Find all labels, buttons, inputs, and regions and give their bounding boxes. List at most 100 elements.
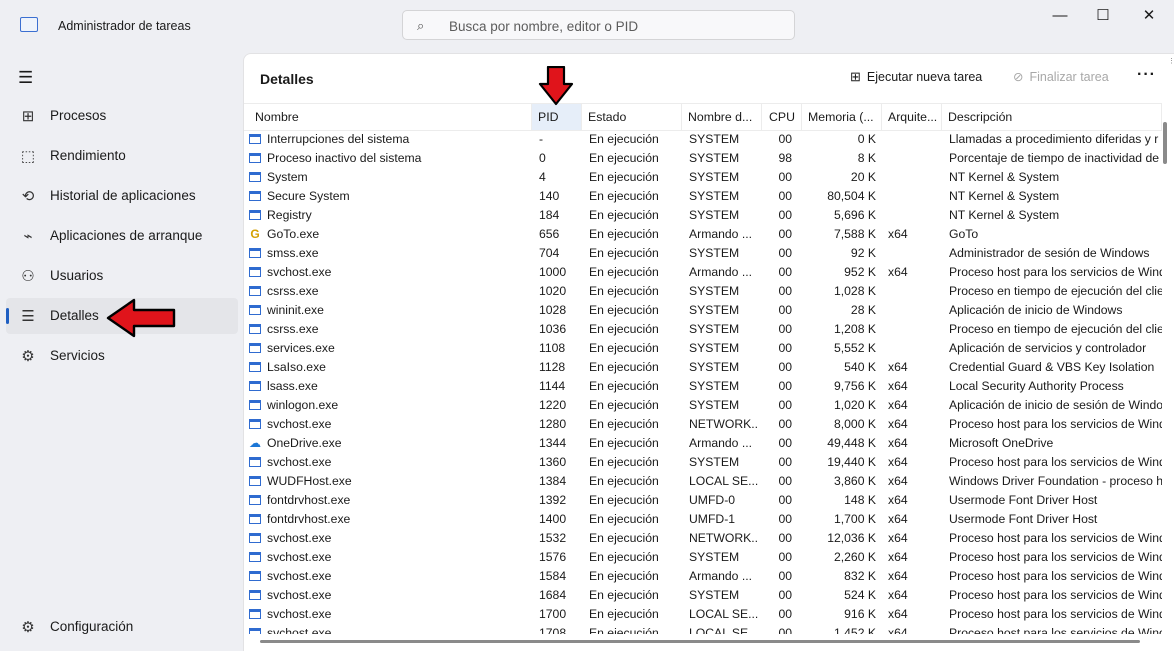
process-window-icon	[249, 130, 267, 149]
cell-pid: 1028	[539, 303, 567, 317]
table-row[interactable]: System 4 En ejecución SYSTEM 00 20 K NT Kernel…	[244, 168, 1162, 187]
cell-memory: 8 K	[857, 151, 876, 165]
cell-memory: 49,448 K	[827, 436, 876, 450]
cell-description: Usermode Font Driver Host	[949, 512, 1098, 526]
table-row[interactable]: lsass.exe 1144 En ejecución SYSTEM 00 9,756 K…	[244, 377, 1162, 396]
cell-name: WUDFHost.exe	[267, 474, 352, 488]
startup-icon: ⌁	[23, 228, 33, 245]
table-row[interactable]: Proceso inactivo del sistema 0 En ejecució…	[244, 149, 1162, 168]
cell-pid: 1400	[539, 512, 567, 526]
cell-status: En ejecución	[589, 303, 659, 317]
sidebar-item-usuarios[interactable]: ⚇ Usuarios	[6, 258, 238, 294]
search-placeholder: Busca por nombre, editor o PID	[449, 19, 639, 34]
process-window-icon	[249, 586, 267, 605]
table-row[interactable]: svchost.exe 1684 En ejecución SYSTEM 00 524 K…	[244, 586, 1162, 605]
table-row[interactable]: svchost.exe 1700 En ejecución LOCAL SE... 00…	[244, 605, 1162, 624]
table-row[interactable]: wininit.exe 1028 En ejecución SYSTEM 00 28 K A…	[244, 301, 1162, 320]
cell-name: lsass.exe	[267, 379, 318, 393]
table-row[interactable]: svchost.exe 1576 En ejecución SYSTEM 00 2,260…	[244, 548, 1162, 567]
cell-pid: 1576	[539, 550, 567, 564]
table-row[interactable]: smss.exe 704 En ejecución SYSTEM 00 92 K Admin…	[244, 244, 1162, 263]
close-button[interactable]: ✕	[1126, 5, 1172, 27]
cell-arch: x64	[888, 455, 908, 469]
run-new-task-button[interactable]: ⊞ Ejecutar nueva tarea	[850, 69, 982, 85]
table-row[interactable]: svchost.exe 1000 En ejecución Armando ... 00…	[244, 263, 1162, 282]
cell-pid: 0	[539, 151, 546, 165]
more-options-button[interactable]: ···	[1137, 66, 1156, 84]
column-header-4[interactable]: CPU	[762, 104, 802, 130]
cell-status: En ejecución	[589, 284, 659, 298]
cell-description: Proceso host para los servicios de Wind	[949, 265, 1162, 279]
cell-description: Aplicación de inicio de Windows	[949, 303, 1123, 317]
goto-icon: G	[250, 227, 260, 241]
column-header-2[interactable]: Estado	[582, 104, 682, 130]
column-header-6[interactable]: Arquite...	[882, 104, 942, 130]
cell-arch: x64	[888, 436, 908, 450]
process-window-icon	[249, 149, 267, 168]
cell-description: Proceso host para los servicios de Wind	[949, 607, 1162, 621]
cell-name: GoTo.exe	[267, 227, 320, 241]
column-header-0[interactable]: Nombre	[244, 104, 532, 130]
hamburger-menu-icon[interactable]: ☰	[18, 68, 33, 88]
vertical-scrollbar[interactable]	[1163, 122, 1167, 164]
sidebar-item-aplicaciones[interactable]: ⌁ Aplicaciones de arranque	[6, 218, 238, 254]
table-row[interactable]: csrss.exe 1020 En ejecución SYSTEM 00 1,028 K…	[244, 282, 1162, 301]
table-row[interactable]: svchost.exe 1708 En ejecución LOCAL SE... 00…	[244, 624, 1162, 634]
cell-pid: 1144	[539, 379, 566, 393]
table-header: Nombre PID Estado Nombre d... CPU Memoria (..…	[244, 103, 1162, 131]
cell-name: Registry	[267, 208, 312, 222]
table-row[interactable]: WUDFHost.exe 1384 En ejecución LOCAL SE... 0…	[244, 472, 1162, 491]
table-row[interactable]: csrss.exe 1036 En ejecución SYSTEM 00 1,208 K…	[244, 320, 1162, 339]
cell-cpu: 00	[778, 436, 792, 450]
column-header-3[interactable]: Nombre d...	[682, 104, 762, 130]
minimize-button[interactable]: —	[1037, 5, 1083, 27]
column-header-5[interactable]: Memoria (...	[802, 104, 882, 130]
maximize-button[interactable]: ☐	[1080, 5, 1126, 27]
cell-memory: 524 K	[844, 588, 876, 602]
column-header-7[interactable]: Descripción	[942, 104, 1162, 130]
table-row[interactable]: ☁ OneDrive.exe 1344 En ejecución Armando ...…	[244, 434, 1162, 453]
table-row[interactable]: Secure System 140 En ejecución SYSTEM 00 80,5…	[244, 187, 1162, 206]
column-header-1[interactable]: PID	[532, 104, 582, 130]
cell-status: En ejecución	[589, 436, 659, 450]
cell-name: fontdrvhost.exe	[267, 493, 351, 507]
settings-button[interactable]: ⚙ Configuración	[6, 609, 238, 645]
process-window-icon	[249, 548, 267, 567]
cell-description: Usermode Font Driver Host	[949, 493, 1098, 507]
sidebar-item-rendimiento[interactable]: ⬚ Rendimiento	[6, 138, 238, 174]
cell-user: SYSTEM	[689, 151, 740, 165]
cell-pid: 1360	[539, 455, 567, 469]
end-task-button[interactable]: ⊘ Finalizar tarea	[1013, 69, 1109, 84]
table-row[interactable]: services.exe 1108 En ejecución SYSTEM 00 5,55…	[244, 339, 1162, 358]
cell-pid: 1384	[539, 474, 567, 488]
process-window-icon	[249, 624, 267, 634]
cell-name: svchost.exe	[267, 569, 332, 583]
table-row[interactable]: svchost.exe 1360 En ejecución SYSTEM 00 19,44…	[244, 453, 1162, 472]
process-window-icon	[249, 301, 267, 320]
table-row[interactable]: LsaIso.exe 1128 En ejecución SYSTEM 00 540 K x…	[244, 358, 1162, 377]
sidebar-item-procesos[interactable]: ⊞ Procesos	[6, 98, 238, 134]
details-panel: Detalles ⊞ Ejecutar nueva tarea ⊘ Finaliza…	[243, 53, 1174, 651]
cell-status: En ejecución	[589, 626, 659, 634]
cell-status: En ejecución	[589, 398, 659, 412]
table-row[interactable]: Registry 184 En ejecución SYSTEM 00 5,696 K NT…	[244, 206, 1162, 225]
table-row[interactable]: fontdrvhost.exe 1392 En ejecución UMFD-0 00 1…	[244, 491, 1162, 510]
horizontal-scrollbar[interactable]	[260, 640, 1140, 643]
sidebar-item-servicios[interactable]: ⚙ Servicios	[6, 338, 238, 374]
table-row[interactable]: winlogon.exe 1220 En ejecución SYSTEM 00 1,02…	[244, 396, 1162, 415]
resize-grip-icon[interactable]: ⋮	[1168, 58, 1174, 65]
cell-status: En ejecución	[589, 512, 659, 526]
table-row[interactable]: svchost.exe 1584 En ejecución Armando ... 00…	[244, 567, 1162, 586]
onedrive-cloud-icon: ☁	[249, 436, 261, 450]
table-row[interactable]: svchost.exe 1532 En ejecución NETWORK... 00 1…	[244, 529, 1162, 548]
table-row[interactable]: Interrupciones del sistema - En ejecución S…	[244, 130, 1162, 149]
search-input[interactable]: ⌕ Busca por nombre, editor o PID	[402, 10, 795, 40]
table-row[interactable]: svchost.exe 1280 En ejecución NETWORK... 00 8…	[244, 415, 1162, 434]
table-row[interactable]: fontdrvhost.exe 1400 En ejecución UMFD-1 00 1…	[244, 510, 1162, 529]
table-row[interactable]: G GoTo.exe 656 En ejecución Armando ... 00 7,5…	[244, 225, 1162, 244]
sidebar-item-label: Aplicaciones de arranque	[50, 228, 203, 243]
process-window-icon	[249, 605, 267, 624]
cell-pid: 704	[539, 246, 560, 260]
cell-status: En ejecución	[589, 531, 659, 545]
sidebar-item-historial[interactable]: ⟲ Historial de aplicaciones	[6, 178, 238, 214]
